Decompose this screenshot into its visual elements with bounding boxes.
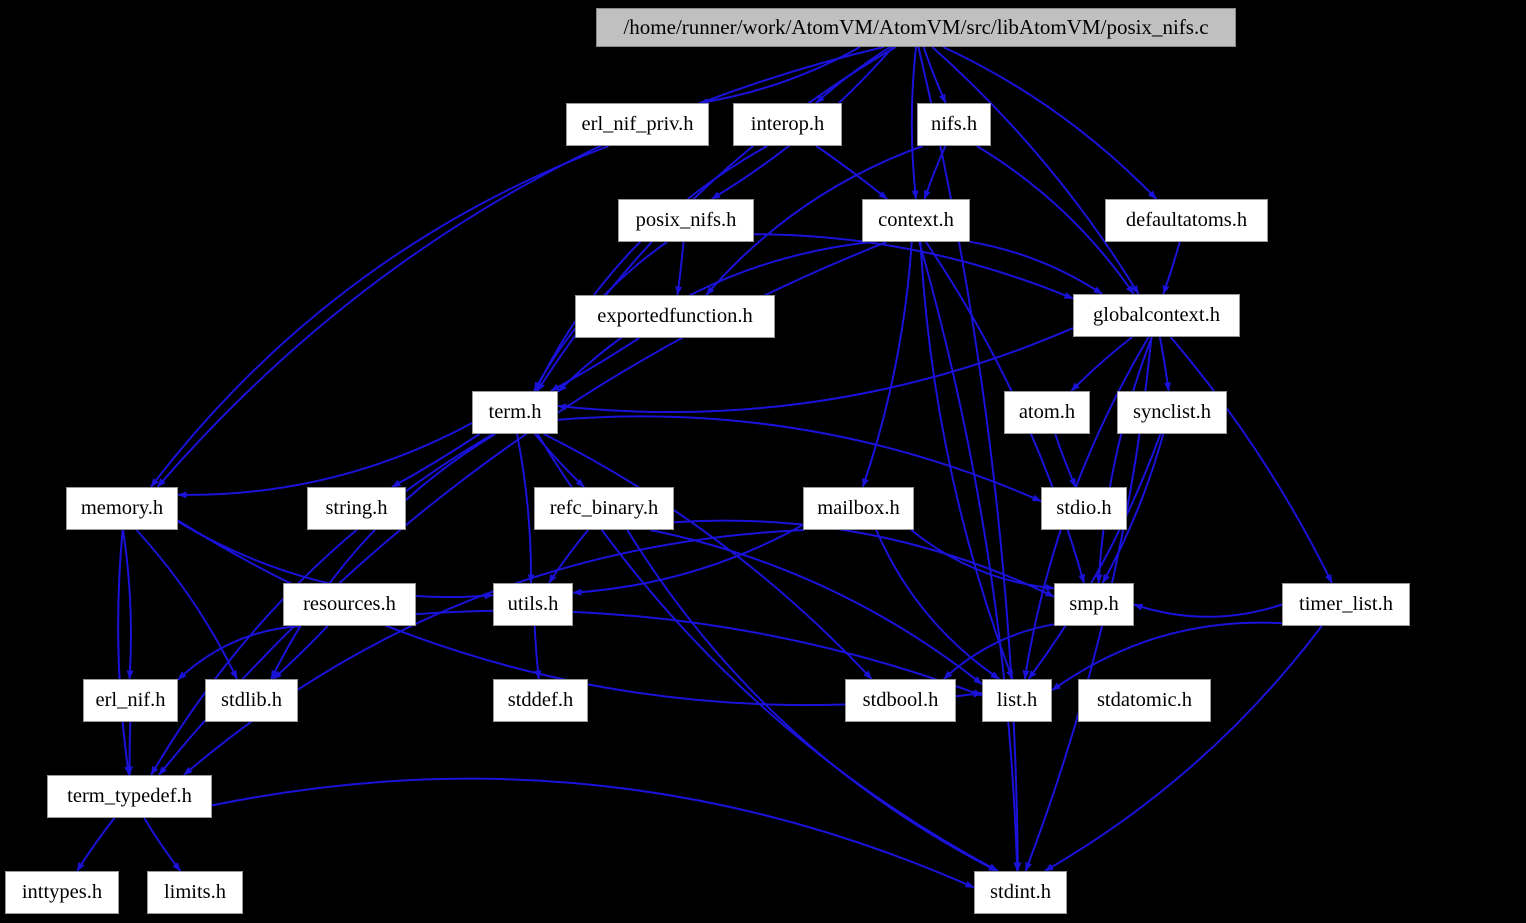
edge-root-to-context bbox=[910, 46, 919, 200]
node-smp[interactable]: smp.h bbox=[1054, 583, 1134, 626]
node-label-interop: interop.h bbox=[750, 113, 825, 136]
node-label-exportedfunction: exportedfunction.h bbox=[597, 305, 753, 328]
node-context[interactable]: context.h bbox=[862, 199, 970, 242]
node-label-context: context.h bbox=[878, 209, 954, 232]
node-label-root: /home/runner/work/AtomVM/AtomVM/src/libA… bbox=[623, 15, 1209, 39]
node-label-stdatomic: stdatomic.h bbox=[1096, 689, 1193, 712]
node-label-refc_binary: refc_binary.h bbox=[549, 497, 659, 520]
node-label-stdio: stdio.h bbox=[1056, 497, 1112, 520]
edge-term-to-memory bbox=[177, 422, 473, 499]
node-label-inttypes: inttypes.h bbox=[21, 881, 103, 904]
node-synclist[interactable]: synclist.h bbox=[1117, 391, 1227, 434]
node-label-erl_nif: erl_nif.h bbox=[95, 689, 166, 712]
edge-resources-to-stdlib bbox=[272, 625, 329, 680]
edge-globalcontext-to-synclist bbox=[1158, 336, 1171, 392]
edge-nifs-to-context bbox=[923, 145, 947, 200]
edge-erl_nif_priv-to-memory bbox=[150, 145, 609, 488]
node-label-utils: utils.h bbox=[507, 593, 559, 616]
node-list[interactable]: list.h bbox=[982, 679, 1052, 722]
edge-erl_nif-to-term_typedef bbox=[126, 721, 134, 776]
node-string[interactable]: string.h bbox=[307, 487, 406, 530]
node-label-mailbox: mailbox.h bbox=[817, 497, 900, 520]
node-stdbool[interactable]: stdbool.h bbox=[845, 679, 956, 722]
node-stdlib[interactable]: stdlib.h bbox=[205, 679, 298, 722]
node-exportedfunction[interactable]: exportedfunction.h bbox=[575, 295, 775, 338]
node-label-synclist: synclist.h bbox=[1132, 401, 1212, 424]
edge-utils-to-stddef bbox=[533, 625, 542, 680]
node-defaultatoms[interactable]: defaultatoms.h bbox=[1105, 199, 1268, 242]
node-label-limits: limits.h bbox=[163, 881, 227, 904]
node-erl_nif[interactable]: erl_nif.h bbox=[83, 679, 178, 722]
node-label-resources: resources.h bbox=[303, 593, 396, 616]
node-interop[interactable]: interop.h bbox=[733, 103, 842, 146]
edge-refc_binary-to-utils bbox=[548, 529, 589, 584]
node-label-timer_list: timer_list.h bbox=[1299, 593, 1393, 616]
edge-term_typedef-to-limits bbox=[143, 817, 182, 872]
node-label-smp: smp.h bbox=[1069, 593, 1119, 616]
node-stdint[interactable]: stdint.h bbox=[974, 871, 1067, 914]
node-memory[interactable]: memory.h bbox=[66, 487, 178, 530]
edge-root-to-globalcontext bbox=[931, 46, 1140, 295]
node-label-erl_nif_priv: erl_nif_priv.h bbox=[581, 113, 694, 136]
edge-memory-to-stdlib bbox=[135, 529, 238, 680]
node-mailbox[interactable]: mailbox.h bbox=[803, 487, 914, 530]
node-label-stddef: stddef.h bbox=[507, 689, 574, 712]
node-resources[interactable]: resources.h bbox=[283, 583, 416, 626]
node-label-defaultatoms: defaultatoms.h bbox=[1125, 209, 1248, 232]
node-term_typedef[interactable]: term_typedef.h bbox=[47, 775, 212, 818]
edge-globalcontext-to-smp bbox=[1095, 336, 1153, 584]
node-label-stdint: stdint.h bbox=[990, 881, 1051, 904]
node-stddef[interactable]: stddef.h bbox=[493, 679, 588, 722]
edge-defaultatoms-to-globalcontext bbox=[1162, 241, 1181, 295]
node-label-memory: memory.h bbox=[80, 497, 164, 520]
node-globalcontext[interactable]: globalcontext.h bbox=[1073, 294, 1240, 337]
edge-posix_nifs-to-globalcontext bbox=[753, 233, 1074, 300]
node-label-stdlib: stdlib.h bbox=[221, 689, 282, 712]
node-posix_nifs[interactable]: posix_nifs.h bbox=[618, 199, 754, 242]
edge-globalcontext-to-timer_list bbox=[1169, 336, 1333, 584]
edge-atom-to-stdio bbox=[1054, 433, 1077, 488]
node-label-list: list.h bbox=[996, 689, 1038, 712]
edge-mailbox-to-smp bbox=[910, 529, 1055, 591]
node-erl_nif_priv[interactable]: erl_nif_priv.h bbox=[566, 103, 709, 146]
node-utils[interactable]: utils.h bbox=[493, 583, 573, 626]
edge-refc_binary-to-list bbox=[649, 529, 983, 685]
node-label-stdbool: stdbool.h bbox=[862, 689, 939, 712]
node-label-atom: atom.h bbox=[1018, 401, 1076, 424]
edge-term_typedef-to-inttypes bbox=[76, 817, 116, 872]
node-label-posix_nifs: posix_nifs.h bbox=[635, 209, 737, 232]
node-label-nifs: nifs.h bbox=[930, 113, 978, 136]
edge-mailbox-to-term_typedef bbox=[183, 529, 805, 776]
node-term[interactable]: term.h bbox=[472, 391, 558, 434]
edge-posix_nifs-to-exportedfunction bbox=[675, 241, 685, 296]
edge-root-to-stdint bbox=[917, 46, 1022, 872]
node-nifs[interactable]: nifs.h bbox=[917, 103, 991, 146]
node-root[interactable]: /home/runner/work/AtomVM/AtomVM/src/libA… bbox=[596, 8, 1236, 47]
edge-context-to-mailbox bbox=[861, 241, 913, 488]
node-atom[interactable]: atom.h bbox=[1004, 391, 1090, 434]
edge-term-to-stdlib bbox=[270, 433, 496, 680]
edge-term-to-utils bbox=[516, 433, 535, 584]
edge-timer_list-to-smp bbox=[1133, 603, 1283, 618]
node-limits[interactable]: limits.h bbox=[147, 871, 243, 914]
node-label-globalcontext: globalcontext.h bbox=[1093, 304, 1220, 327]
edges-group bbox=[76, 46, 1333, 889]
node-timer_list[interactable]: timer_list.h bbox=[1282, 583, 1410, 626]
node-label-term: term.h bbox=[488, 401, 542, 424]
node-stdio[interactable]: stdio.h bbox=[1041, 487, 1127, 530]
edge-exportedfunction-to-term bbox=[550, 337, 640, 392]
edge-timer_list-to-stdint bbox=[1044, 625, 1323, 872]
node-inttypes[interactable]: inttypes.h bbox=[5, 871, 119, 914]
edge-term_typedef-to-stdint bbox=[211, 777, 975, 889]
edge-memory-to-erl_nif bbox=[122, 529, 134, 680]
node-refc_binary[interactable]: refc_binary.h bbox=[534, 487, 674, 530]
node-label-string: string.h bbox=[325, 497, 388, 520]
node-label-term_typedef: term_typedef.h bbox=[67, 785, 192, 808]
node-stdatomic[interactable]: stdatomic.h bbox=[1078, 679, 1211, 722]
dependency-graph: /home/runner/work/AtomVM/AtomVM/src/libA… bbox=[0, 0, 1526, 923]
